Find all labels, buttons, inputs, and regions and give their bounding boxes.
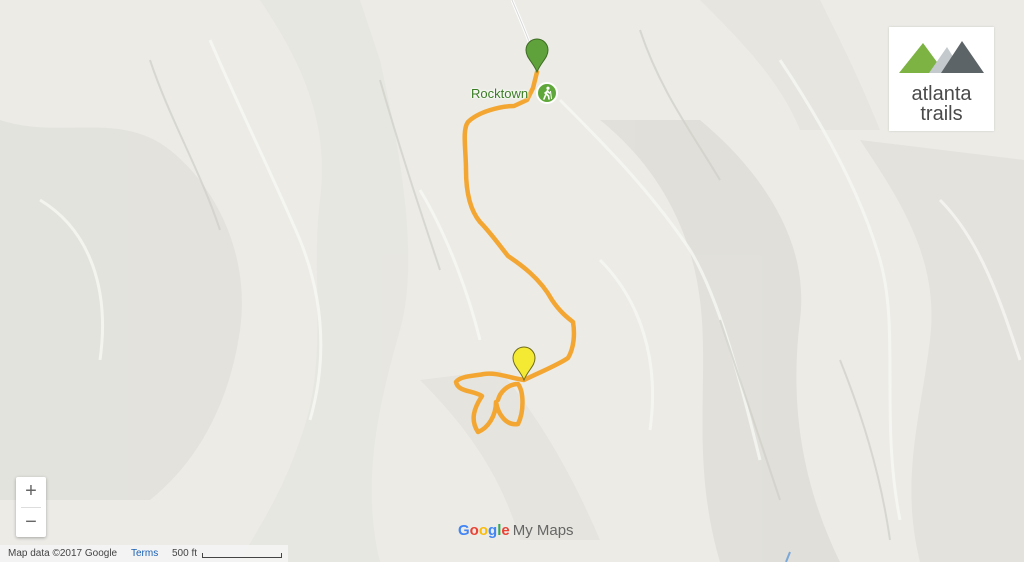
terms-link[interactable]: Terms — [131, 545, 158, 562]
logo-text-line1: atlanta — [911, 83, 972, 105]
hiking-icon[interactable] — [536, 82, 558, 104]
map-footer: Map data ©2017 Google Terms 500 ft — [0, 545, 288, 562]
zoom-out-button[interactable]: − — [16, 508, 46, 537]
atlanta-trails-logo[interactable]: atlanta trails — [889, 27, 994, 131]
mountains-logo-icon — [899, 41, 984, 73]
terrain-map[interactable] — [0, 0, 1024, 562]
zoom-in-button[interactable]: + — [16, 477, 46, 506]
map-data-attribution: Map data ©2017 Google — [8, 548, 118, 559]
google-my-maps-branding: Google My Maps — [458, 522, 574, 539]
zoom-control: + − — [16, 477, 46, 537]
my-maps-label: My Maps — [512, 522, 574, 539]
scale-bar — [202, 553, 282, 558]
google-logo: Google — [458, 522, 510, 539]
poi-label-rocktown[interactable]: Rocktown — [471, 86, 528, 101]
logo-text-line2: trails — [920, 103, 963, 125]
scale-label[interactable]: 500 ft — [172, 545, 197, 562]
